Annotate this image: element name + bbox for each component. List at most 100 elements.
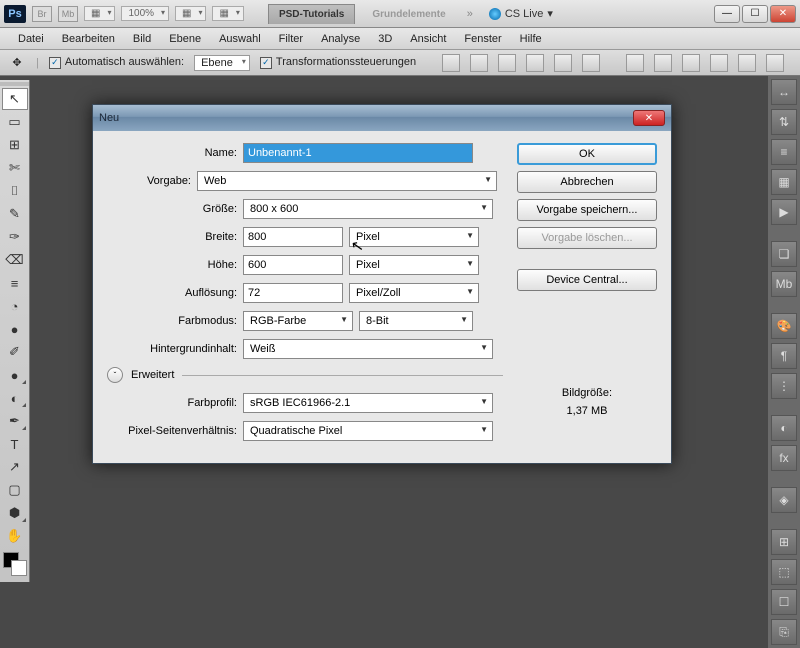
colormode-dropdown[interactable]: RGB-Farbe	[243, 311, 353, 331]
dist-btn-4[interactable]	[710, 54, 728, 72]
panel-icon-17[interactable]: ⎘	[771, 619, 797, 645]
panel-icon-7[interactable]: Mb	[771, 271, 797, 297]
dist-btn-2[interactable]	[654, 54, 672, 72]
name-input[interactable]	[243, 143, 473, 163]
background-dropdown[interactable]: Weiß	[243, 339, 493, 359]
tool-move[interactable]: ↖	[2, 88, 28, 110]
workspace-tab-inactive[interactable]: Grundelemente	[361, 4, 456, 24]
menu-image[interactable]: Bild	[125, 30, 159, 48]
dist-btn-1[interactable]	[626, 54, 644, 72]
panel-icon-2[interactable]: ⇅	[771, 109, 797, 135]
colorprofile-dropdown[interactable]: sRGB IEC61966-2.1	[243, 393, 493, 413]
menu-edit[interactable]: Bearbeiten	[54, 30, 123, 48]
resolution-unit-dropdown[interactable]: Pixel/Zoll	[349, 283, 479, 303]
panel-icon-12[interactable]: fx	[771, 445, 797, 471]
tool-lasso[interactable]: ⊞	[2, 134, 28, 156]
advanced-label[interactable]: Erweitert	[131, 369, 174, 381]
menu-window[interactable]: Fenster	[456, 30, 509, 48]
menu-3d[interactable]: 3D	[370, 30, 400, 48]
tool-heal[interactable]: ✑	[2, 226, 28, 248]
auto-select-checkbox[interactable]: ✓Automatisch auswählen:	[49, 56, 184, 69]
auto-select-dropdown[interactable]: Ebene	[194, 55, 250, 71]
workspace-tab-active[interactable]: PSD-Tutorials	[268, 4, 355, 24]
panel-icon-15[interactable]: ⬚	[771, 559, 797, 585]
tool-history[interactable]: ◔	[2, 295, 28, 317]
tool-brush[interactable]: ⌫	[2, 249, 28, 271]
panel-icon-10[interactable]: ⋮	[771, 373, 797, 399]
tool-pen[interactable]: ✒	[2, 410, 28, 432]
extras-dropdown[interactable]: ▦	[212, 6, 243, 21]
minimize-button[interactable]: —	[714, 5, 740, 23]
menu-view[interactable]: Ansicht	[402, 30, 454, 48]
advanced-toggle-icon[interactable]: ˇ	[107, 367, 123, 383]
tool-dodge[interactable]: ◐	[2, 387, 28, 409]
height-input[interactable]	[243, 255, 343, 275]
align-btn-2[interactable]	[470, 54, 488, 72]
panel-icon-1[interactable]: ↔	[771, 79, 797, 105]
panel-icon-6[interactable]: ❏	[771, 241, 797, 267]
panel-icon-9[interactable]: ¶	[771, 343, 797, 369]
tool-path[interactable]: ↗	[2, 456, 28, 478]
menu-help[interactable]: Hilfe	[512, 30, 550, 48]
dist-btn-6[interactable]	[766, 54, 784, 72]
panel-icon-5[interactable]: ▶	[771, 199, 797, 225]
workspace-more-icon[interactable]: »	[463, 8, 477, 20]
tool-eraser[interactable]: ●	[2, 318, 28, 340]
screen-mode-dropdown[interactable]: ▦	[84, 6, 115, 21]
delete-preset-button[interactable]: Vorgabe löschen...	[517, 227, 657, 249]
panel-icon-3[interactable]: ≡	[771, 139, 797, 165]
tool-crop[interactable]: ⌷	[2, 180, 28, 202]
align-btn-6[interactable]	[582, 54, 600, 72]
device-central-button[interactable]: Device Central...	[517, 269, 657, 291]
align-btn-5[interactable]	[554, 54, 572, 72]
panel-icon-4[interactable]: ▦	[771, 169, 797, 195]
dialog-titlebar[interactable]: Neu ✕	[93, 105, 671, 131]
minibridge-icon[interactable]: Mb	[58, 6, 78, 22]
color-swatches[interactable]	[3, 552, 27, 576]
maximize-button[interactable]: ☐	[742, 5, 768, 23]
tool-wand[interactable]: ✄	[2, 157, 28, 179]
tool-shape[interactable]: ▢	[2, 479, 28, 501]
panel-icon-8[interactable]: 🎨	[771, 313, 797, 339]
cs-live[interactable]: CS Live ▾	[483, 7, 559, 20]
align-btn-1[interactable]	[442, 54, 460, 72]
arrange-dropdown[interactable]: ▦	[175, 6, 206, 21]
dialog-close-button[interactable]: ✕	[633, 110, 665, 126]
ok-button[interactable]: OK	[517, 143, 657, 165]
tool-3d[interactable]: ⬢	[2, 502, 28, 524]
menu-file[interactable]: Datei	[10, 30, 52, 48]
height-unit-dropdown[interactable]: Pixel	[349, 255, 479, 275]
menu-layer[interactable]: Ebene	[161, 30, 209, 48]
menu-select[interactable]: Auswahl	[211, 30, 269, 48]
resolution-input[interactable]	[243, 283, 343, 303]
menu-filter[interactable]: Filter	[271, 30, 311, 48]
tool-gradient[interactable]: ✐	[2, 341, 28, 363]
align-btn-3[interactable]	[498, 54, 516, 72]
preset-dropdown[interactable]: Web	[197, 171, 497, 191]
transform-controls-checkbox[interactable]: ✓Transformationssteuerungen	[260, 56, 416, 69]
dist-btn-5[interactable]	[738, 54, 756, 72]
tool-hand[interactable]: ✋	[2, 525, 28, 547]
panel-icon-11[interactable]: ◐	[771, 415, 797, 441]
save-preset-button[interactable]: Vorgabe speichern...	[517, 199, 657, 221]
pixelaspect-dropdown[interactable]: Quadratische Pixel	[243, 421, 493, 441]
bridge-icon[interactable]: Br	[32, 6, 52, 22]
zoom-dropdown[interactable]: 100%	[121, 6, 169, 21]
width-unit-dropdown[interactable]: Pixel	[349, 227, 479, 247]
panel-icon-16[interactable]: ☐	[771, 589, 797, 615]
tool-stamp[interactable]: ≡	[2, 272, 28, 294]
tool-marquee[interactable]: ▭	[2, 111, 28, 133]
align-btn-4[interactable]	[526, 54, 544, 72]
cancel-button[interactable]: Abbrechen	[517, 171, 657, 193]
width-input[interactable]	[243, 227, 343, 247]
tool-eyedropper[interactable]: ✎	[2, 203, 28, 225]
toolbox-grip[interactable]	[0, 82, 29, 86]
size-dropdown[interactable]: 800 x 600	[243, 199, 493, 219]
panel-icon-14[interactable]: ⊞	[771, 529, 797, 555]
menu-analysis[interactable]: Analyse	[313, 30, 368, 48]
close-window-button[interactable]: ✕	[770, 5, 796, 23]
colordepth-dropdown[interactable]: 8-Bit	[359, 311, 473, 331]
tool-type[interactable]: T	[2, 433, 28, 455]
panel-icon-13[interactable]: ◈	[771, 487, 797, 513]
tool-blur[interactable]: ●	[2, 364, 28, 386]
